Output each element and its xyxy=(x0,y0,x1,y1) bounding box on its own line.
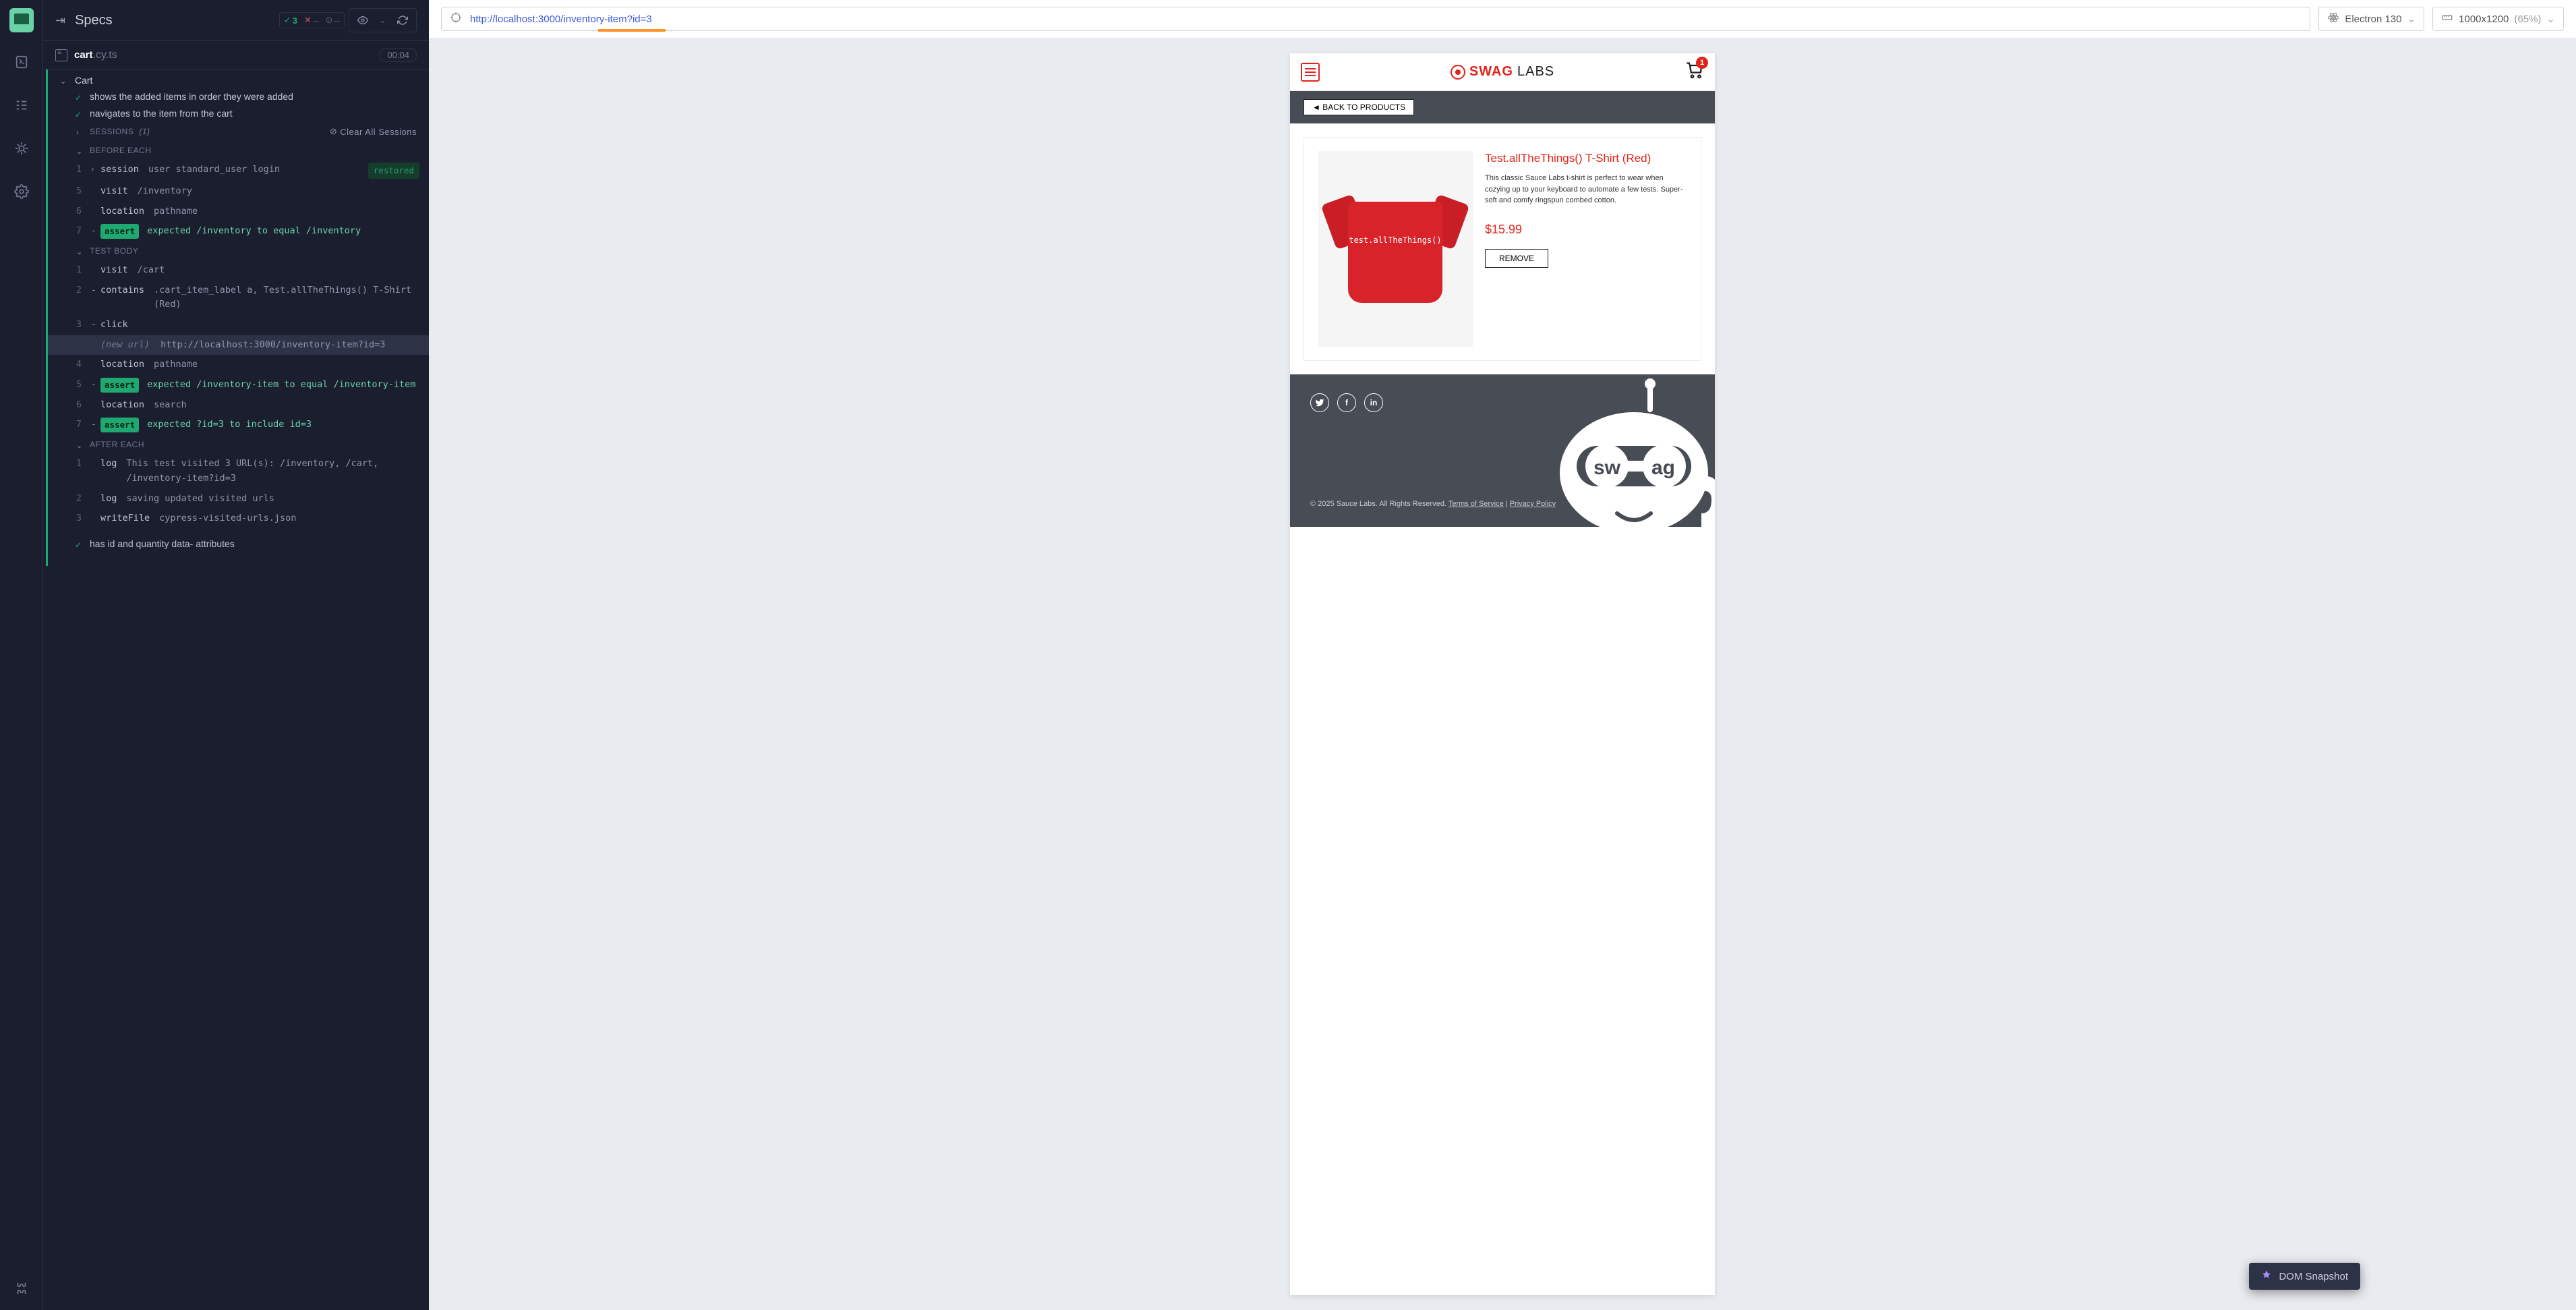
cart-button[interactable]: 1 xyxy=(1685,61,1704,83)
command-row[interactable]: 1 › session user standard_user login res… xyxy=(48,160,429,181)
suite-row[interactable]: ⌄ Cart xyxy=(48,72,429,88)
product-detail: test.allTheThings() Test.allTheThings() … xyxy=(1304,137,1701,361)
tos-link[interactable]: Terms of Service xyxy=(1448,500,1504,508)
viewport-selector[interactable]: 1000x1200 (65%) ⌄ xyxy=(2432,7,2564,31)
url-path: /inventory-item?id=3 xyxy=(560,13,651,25)
command-row[interactable]: 5 - assert expected /inventory-item to e… xyxy=(48,375,429,395)
swag-logo-icon xyxy=(1451,65,1465,80)
command-row[interactable]: 3 writeFile cypress-visited-urls.json xyxy=(48,509,429,529)
command-row[interactable]: 7 - assert expected ?id=3 to include id=… xyxy=(48,415,429,435)
product-description: This classic Sauce Labs t-shirt is perfe… xyxy=(1485,173,1687,206)
robot-illustration: sw ag xyxy=(1513,378,1715,527)
spec-filename: cart xyxy=(74,49,93,61)
back-to-products-button[interactable]: ◄ BACK TO PRODUCTS xyxy=(1304,99,1414,115)
clear-sessions-button[interactable]: ⊘ Clear All Sessions xyxy=(330,126,417,137)
test-row[interactable]: ✓ navigates to the item from the cart xyxy=(48,105,429,122)
app-under-test: SWAGLABS 1 ◄ BACK TO PRODUCTS xyxy=(1290,53,1715,1295)
spec-reporter-panel: ⇥ Specs ✓ 3 ✕ -- ⊙ -- ⌄ xyxy=(43,0,429,1310)
command-row[interactable]: 5 visit /inventory xyxy=(48,181,429,202)
rerun-icon[interactable] xyxy=(393,11,412,30)
check-icon: ✓ xyxy=(75,93,83,103)
panel-title: Specs xyxy=(75,13,113,28)
command-row[interactable]: 7 - assert expected /inventory to equal … xyxy=(48,221,429,241)
debug-nav-icon[interactable] xyxy=(8,135,35,162)
product-title: Test.allTheThings() T-Shirt (Red) xyxy=(1485,151,1687,166)
restored-badge: restored xyxy=(368,163,419,179)
viewport-wrapper: SWAGLABS 1 ◄ BACK TO PRODUCTS xyxy=(429,38,2576,1310)
command-row[interactable]: 1 log This test visited 3 URL(s): /inven… xyxy=(48,454,429,488)
fail-count: -- xyxy=(313,16,319,26)
svg-text:sw: sw xyxy=(1593,457,1621,479)
product-price: $15.99 xyxy=(1485,223,1687,237)
browser-selector[interactable]: Electron 130 ⌄ xyxy=(2318,7,2424,31)
spec-header: ⇥ Specs ✓ 3 ✕ -- ⊙ -- ⌄ xyxy=(43,0,429,41)
test-stats-pill: ✓ 3 ✕ -- ⊙ -- xyxy=(279,12,345,28)
cypress-logo-icon[interactable] xyxy=(9,8,34,32)
dom-snapshot-tooltip[interactable]: DOM Snapshot xyxy=(2249,1263,2360,1290)
command-row[interactable]: 4 location pathname xyxy=(48,355,429,375)
swag-header: SWAGLABS 1 xyxy=(1290,53,1715,91)
view-icon[interactable] xyxy=(353,11,372,30)
command-row[interactable]: 1 visit /cart xyxy=(48,260,429,281)
command-row[interactable]: 2 log saving updated visited urls xyxy=(48,489,429,509)
url-change-row[interactable]: (new url) http://localhost:3000/inventor… xyxy=(48,335,429,355)
chevron-down-icon: ⌄ xyxy=(2546,13,2555,25)
file-icon xyxy=(55,49,67,61)
caret-right-icon: › xyxy=(76,129,84,137)
spec-duration: 00:04 xyxy=(380,48,417,62)
svg-text:ag: ag xyxy=(1651,457,1675,479)
aut-pane: http://localhost:3000/inventory-item?id=… xyxy=(429,0,2576,1310)
chevron-down-icon[interactable]: ⌄ xyxy=(379,15,386,26)
specs-nav-icon[interactable] xyxy=(8,49,35,76)
chevron-down-icon: ⌄ xyxy=(2407,13,2416,25)
twitter-icon[interactable] xyxy=(1310,393,1329,412)
facebook-icon[interactable]: f xyxy=(1337,393,1356,412)
command-row[interactable]: 2 - contains .cart_item_label a, Test.al… xyxy=(48,281,429,315)
left-icon-rail xyxy=(0,0,43,1310)
spec-file-ext: .cy.ts xyxy=(93,49,117,61)
test-row[interactable]: ✓ has id and quantity data- attributes xyxy=(48,536,429,552)
assert-badge: assert xyxy=(100,378,139,393)
test-body-section[interactable]: ⌄TEST BODY xyxy=(48,241,429,260)
command-row[interactable]: 3 - click xyxy=(48,315,429,335)
swag-subheader: ◄ BACK TO PRODUCTS xyxy=(1290,91,1715,123)
url-input[interactable]: http://localhost:3000/inventory-item?id=… xyxy=(441,7,2310,31)
keyboard-nav-icon[interactable] xyxy=(8,1275,35,1302)
runs-nav-icon[interactable] xyxy=(8,92,35,119)
menu-button[interactable] xyxy=(1301,63,1320,82)
test-row[interactable]: ✓ shows the added items in order they we… xyxy=(48,88,429,105)
expand-panel-icon[interactable]: ⇥ xyxy=(55,13,65,28)
before-each-section[interactable]: ⌄BEFORE EACH xyxy=(48,141,429,160)
pending-count: -- xyxy=(334,16,340,26)
product-image: test.allTheThings() xyxy=(1318,151,1473,347)
sessions-section[interactable]: › SESSIONS (1) ⊘ Clear All Sessions xyxy=(48,122,429,141)
ruler-icon xyxy=(2441,11,2453,26)
pass-count: 3 xyxy=(293,16,297,26)
settings-nav-icon[interactable] xyxy=(8,178,35,205)
command-row[interactable]: 6 location pathname xyxy=(48,202,429,222)
check-icon: ✓ xyxy=(75,540,83,550)
chevron-right-icon: › xyxy=(90,163,98,177)
caret-down-icon: ⌄ xyxy=(60,77,68,86)
url-highlight xyxy=(598,29,666,32)
url-host: http://localhost:3000 xyxy=(470,13,560,25)
check-icon: ✓ xyxy=(75,110,83,119)
selector-playground-icon[interactable] xyxy=(450,11,462,26)
remove-button[interactable]: REMOVE xyxy=(1485,249,1548,268)
assert-badge: assert xyxy=(100,418,139,432)
swag-logo: SWAGLABS xyxy=(1451,64,1554,80)
assert-badge: assert xyxy=(100,224,139,239)
ban-icon: ⊘ xyxy=(330,126,337,137)
electron-icon xyxy=(2327,11,2339,26)
spec-file-row[interactable]: cart.cy.ts 00:04 xyxy=(43,41,429,69)
linkedin-icon[interactable]: in xyxy=(1364,393,1383,412)
after-each-section[interactable]: ⌄AFTER EACH xyxy=(48,435,429,454)
cart-badge: 1 xyxy=(1696,57,1708,69)
pin-icon xyxy=(2261,1270,2272,1283)
command-row[interactable]: 6 location search xyxy=(48,395,429,416)
swag-footer: f in © 2025 Sauce Labs. All Rights Reser… xyxy=(1290,374,1715,527)
browser-toolbar: http://localhost:3000/inventory-item?id=… xyxy=(429,0,2576,38)
